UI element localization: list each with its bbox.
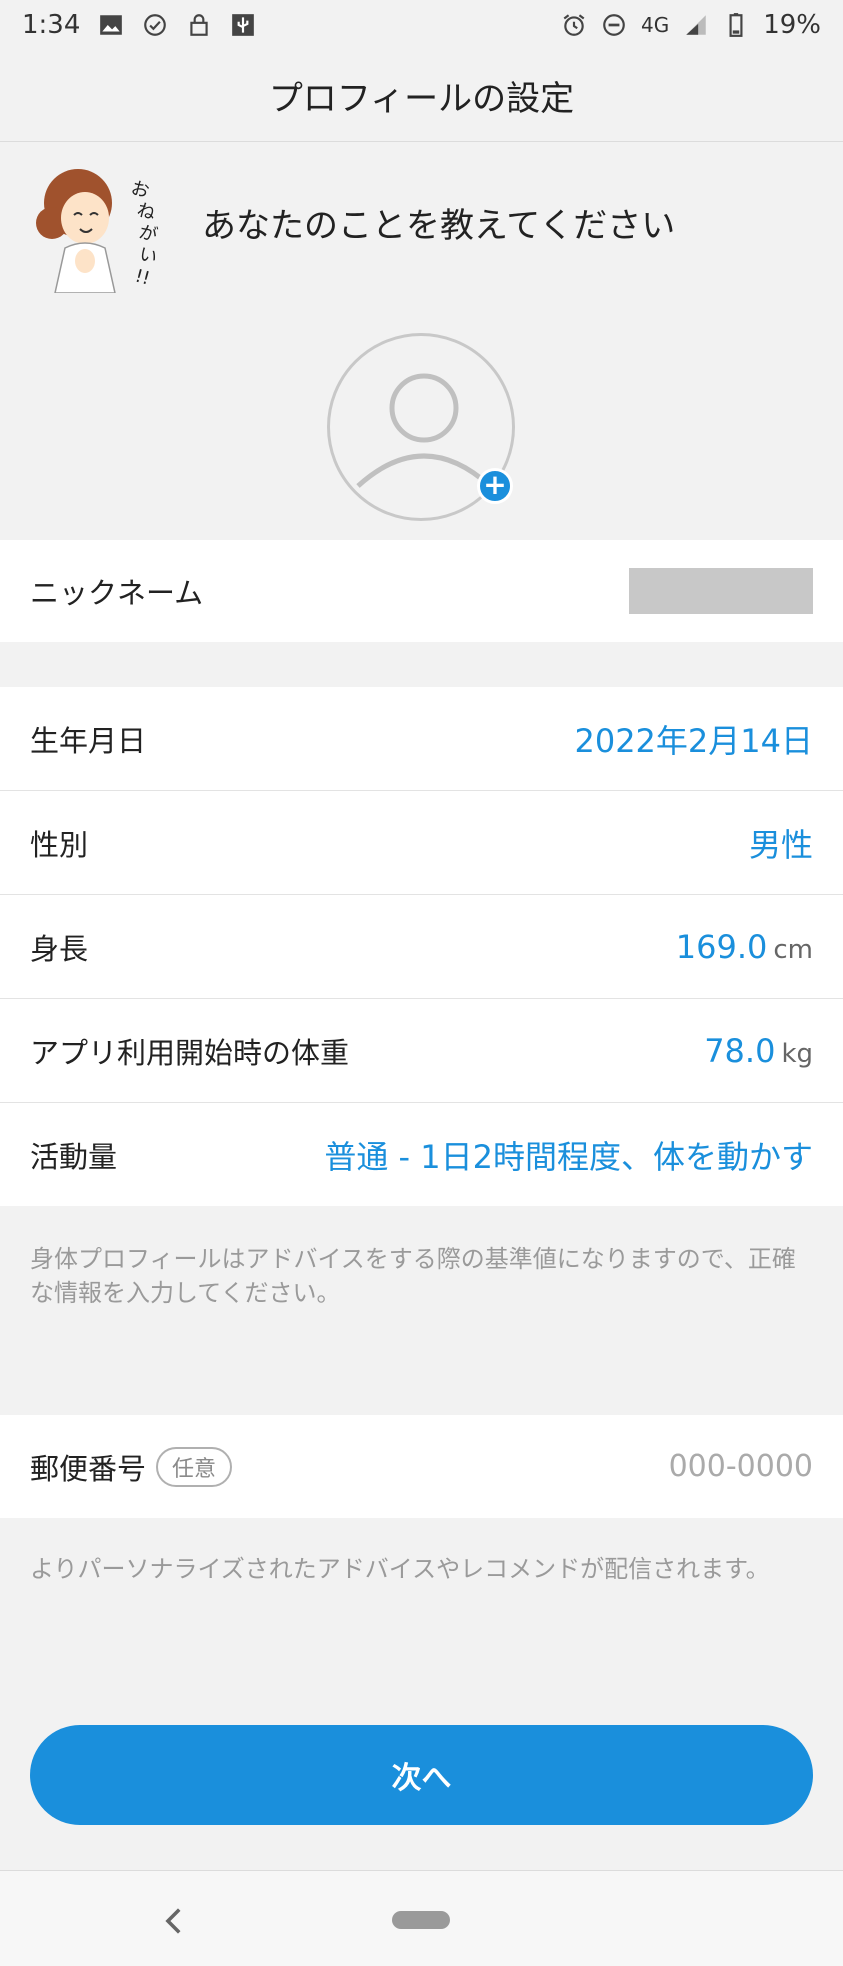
weight-row[interactable]: アプリ利用開始時の体重 78.0 kg [0, 999, 843, 1102]
gender-value[interactable]: 男性 [749, 820, 813, 866]
next-button[interactable]: 次へ [30, 1725, 813, 1825]
back-icon[interactable] [155, 1901, 195, 1941]
profile-note: 身体プロフィールはアドバイスをする際の基準値になりますので、正確な情報を入力して… [30, 1245, 796, 1307]
birthday-label: 生年月日 [30, 723, 147, 758]
postal-label: 郵便番号 [30, 1451, 147, 1486]
height-label: 身長 [30, 931, 89, 966]
intro-section: お ね が い !! あなたのことを教えてください + [0, 143, 843, 540]
activity-label: 活動量 [30, 1139, 118, 1174]
birthday-row[interactable]: 生年月日 2022年2月14日 [0, 687, 843, 790]
nickname-row[interactable]: ニックネーム [0, 540, 843, 642]
weight-unit: kg [781, 1038, 813, 1069]
postal-code-input[interactable] [573, 1449, 813, 1484]
weight-value: 78.0 [704, 1031, 776, 1070]
gender-row[interactable]: 性別 男性 [0, 791, 843, 894]
status-time: 1:34 [22, 10, 81, 40]
battery-icon [723, 12, 749, 38]
svg-text:!!: !! [133, 266, 152, 290]
height-value: 169.0 [675, 927, 768, 966]
svg-text:ね: ね [135, 200, 158, 225]
weight-label: アプリ利用開始時の体重 [30, 1035, 350, 1070]
battery-level: 19% [763, 10, 821, 40]
nickname-field[interactable] [629, 568, 813, 614]
alarm-icon [561, 12, 587, 38]
activity-row[interactable]: 活動量 普通 - 1日2時間程度、体を動かす [0, 1103, 843, 1206]
activity-value[interactable]: 普通 - 1日2時間程度、体を動かす [324, 1132, 813, 1178]
system-nav-bar [0, 1870, 843, 1966]
postal-note: よりパーソナライズされたアドバイスやレコメンドが配信されます。 [30, 1555, 770, 1583]
svg-text:い: い [137, 244, 160, 269]
weight-value-group[interactable]: 78.0 kg [704, 1032, 813, 1070]
lock-icon [186, 12, 212, 38]
height-value-group[interactable]: 169.0 cm [676, 928, 813, 966]
signal-icon [683, 12, 709, 38]
intro-message: あなたのことを教えてください [202, 206, 676, 246]
check-circle-icon [142, 12, 168, 38]
height-unit: cm [773, 934, 813, 965]
gender-label: 性別 [30, 827, 89, 862]
add-photo-icon[interactable]: + [477, 468, 513, 504]
home-pill-icon[interactable] [392, 1911, 450, 1929]
svg-text:が: が [137, 222, 160, 247]
nickname-label: ニックネーム [30, 576, 204, 610]
status-bar: 1:34 4G 19% [0, 0, 843, 50]
optional-badge: 任意 [156, 1446, 233, 1487]
mascot-illustration: お ね が い !! [30, 163, 170, 294]
page-title: プロフィールの設定 [0, 50, 843, 142]
do-not-disturb-icon [601, 12, 627, 38]
image-icon [98, 12, 124, 38]
postal-row[interactable]: 郵便番号 任意 [0, 1415, 843, 1518]
network-type: 4G [640, 13, 670, 37]
usb-icon [230, 12, 256, 38]
birthday-value[interactable]: 2022年2月14日 [574, 716, 813, 762]
height-row[interactable]: 身長 169.0 cm [0, 895, 843, 998]
